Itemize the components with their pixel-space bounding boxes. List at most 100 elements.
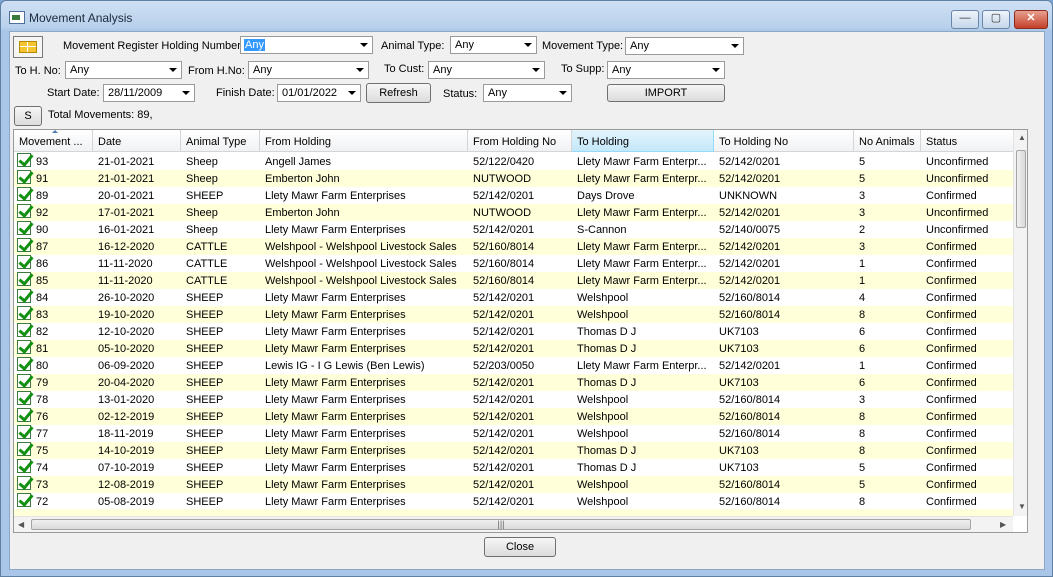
cell-date: 13-01-2020 (98, 394, 155, 406)
cell-movement-id: 77 (14, 425, 93, 442)
movement-type-combo[interactable]: Any (625, 37, 744, 55)
checkmark-icon (17, 442, 31, 456)
table-row[interactable]: 79 20-04-2020 SHEEP Llety Mawr Farm Enterpr… (14, 374, 1014, 391)
chevron-down-icon (356, 68, 364, 72)
cell-from-holding: Llety Mawr Farm Enterprises (265, 343, 406, 355)
vertical-scroll-thumb[interactable] (1016, 150, 1026, 228)
table-row[interactable]: 82 12-10-2020 SHEEP Llety Mawr Farm Enterpr… (14, 323, 1014, 340)
column-header-movement[interactable]: Movement ... (14, 130, 93, 152)
column-header-date[interactable]: Date (93, 130, 181, 152)
to-cust-combo[interactable]: Any (428, 61, 545, 79)
from-h-no-combo[interactable]: Any (248, 61, 369, 79)
animal-type-label: Animal Type: (381, 40, 445, 52)
cell-animal-type: Sheep (186, 156, 218, 168)
s-button[interactable]: S (14, 106, 42, 126)
cell-no-animals: 3 (859, 207, 866, 219)
table-row[interactable]: 77 18-11-2019 SHEEP Llety Mawr Farm Enterpr… (14, 425, 1014, 442)
table-row[interactable]: 78 13-01-2020 SHEEP Llety Mawr Farm Enterpr… (14, 391, 1014, 408)
animal-type-combo[interactable]: Any (450, 36, 537, 54)
checkmark-icon (17, 255, 31, 269)
start-date-label: Start Date: (47, 87, 100, 99)
cell-no-animals: 3 (859, 394, 866, 406)
title-bar[interactable]: Movement Analysis — ▢ ✕ (1, 1, 1052, 31)
start-date-picker[interactable]: 28/11/2009 (103, 84, 195, 102)
checkmark-icon (17, 323, 31, 337)
table-row[interactable]: 84 26-10-2020 SHEEP Llety Mawr Farm Enterpr… (14, 289, 1014, 306)
column-header-animal-type[interactable]: Animal Type (181, 130, 260, 152)
cell-to-holding: Welshpool (577, 394, 629, 406)
grid-view-icon[interactable] (13, 36, 43, 58)
table-row[interactable]: 93 21-01-2021 Sheep Angell James 52/122/0420… (14, 153, 1014, 170)
chevron-down-icon (360, 43, 368, 47)
scroll-left-icon[interactable]: ◀ (18, 520, 24, 529)
cell-no-animals: 8 (859, 411, 866, 423)
column-header-to-holding-no[interactable]: To Holding No (714, 130, 854, 152)
cell-status: Confirmed (926, 326, 977, 338)
scroll-down-icon[interactable]: ▼ (1018, 502, 1026, 511)
cell-status: Confirmed (926, 377, 977, 389)
checkmark-icon (17, 238, 31, 252)
cell-animal-type: SHEEP (186, 394, 224, 406)
vertical-scrollbar[interactable]: ▲ ▼ (1013, 130, 1027, 516)
minimize-button[interactable]: — (951, 10, 979, 29)
table-row[interactable]: 89 20-01-2021 SHEEP Llety Mawr Farm Enterpr… (14, 187, 1014, 204)
import-button[interactable]: IMPORT (607, 84, 725, 102)
table-row[interactable]: 76 02-12-2019 SHEEP Llety Mawr Farm Enterpr… (14, 408, 1014, 425)
cell-status: Confirmed (926, 462, 977, 474)
table-row[interactable]: 83 19-10-2020 SHEEP Llety Mawr Farm Enterpr… (14, 306, 1014, 323)
table-row[interactable]: 81 05-10-2020 SHEEP Llety Mawr Farm Enterpr… (14, 340, 1014, 357)
app-window-icon (9, 11, 25, 24)
table-row[interactable]: 87 16-12-2020 CATTLE Welshpool - Welshpool … (14, 238, 1014, 255)
column-header-to-holding[interactable]: To Holding (572, 130, 714, 152)
movement-analysis-window: Movement Analysis — ▢ ✕ Movement Registe… (0, 0, 1053, 577)
column-header-from-holding[interactable]: From Holding (260, 130, 468, 152)
movement-type-label: Movement Type: (542, 40, 624, 52)
cell-to-holding: Llety Mawr Farm Enterpr... (577, 207, 707, 219)
cell-status: Confirmed (926, 258, 977, 270)
status-combo[interactable]: Any (483, 84, 572, 102)
table-row[interactable]: 72 05-08-2019 SHEEP Llety Mawr Farm Enterpr… (14, 493, 1014, 510)
cell-to-holding-no: 52/142/0201 (719, 156, 781, 168)
table-row[interactable]: 73 12-08-2019 SHEEP Llety Mawr Farm Enterpr… (14, 476, 1014, 493)
to-supp-combo[interactable]: Any (607, 61, 725, 79)
close-window-button[interactable]: ✕ (1014, 10, 1048, 29)
cell-date: 21-01-2021 (98, 173, 155, 185)
refresh-button[interactable]: Refresh (366, 83, 431, 103)
cell-to-holding: Llety Mawr Farm Enterpr... (577, 275, 707, 287)
scroll-up-icon[interactable]: ▲ (1018, 133, 1026, 142)
to-h-no-combo[interactable]: Any (65, 61, 182, 79)
table-row[interactable]: 85 11-11-2020 CATTLE Welshpool - Welshpool … (14, 272, 1014, 289)
holding-number-combo[interactable]: Any (240, 36, 373, 54)
horizontal-scroll-thumb[interactable]: ||| (31, 519, 971, 530)
cell-from-holding-no: NUTWOOD (473, 173, 532, 185)
maximize-button[interactable]: ▢ (982, 10, 1010, 29)
cell-animal-type: SHEEP (186, 292, 224, 304)
cell-no-animals: 3 (859, 241, 866, 253)
column-header-from-holding-no[interactable]: From Holding No (468, 130, 572, 152)
cell-animal-type: SHEEP (186, 190, 224, 202)
column-header-no-animals[interactable]: No Animals (854, 130, 921, 152)
table-row[interactable]: 92 17-01-2021 Sheep Emberton John NUTWOOD Lle… (14, 204, 1014, 221)
cell-movement-id: 73 (14, 476, 93, 493)
cell-from-holding: Lewis IG - I G Lewis (Ben Lewis) (265, 360, 425, 372)
cell-from-holding-no: 52/142/0201 (473, 292, 535, 304)
finish-date-picker[interactable]: 01/01/2022 (277, 84, 361, 102)
cell-animal-type: SHEEP (186, 326, 224, 338)
close-button[interactable]: Close (484, 537, 556, 557)
table-row[interactable]: 90 16-01-2021 Sheep Llety Mawr Farm Enterpr… (14, 221, 1014, 238)
horizontal-scrollbar[interactable]: ◀ ||| ▶ (14, 516, 1013, 532)
table-row[interactable]: 86 11-11-2020 CATTLE Welshpool - Welshpool … (14, 255, 1014, 272)
table-row[interactable]: 80 06-09-2020 SHEEP Lewis IG - I G Lewis (B… (14, 357, 1014, 374)
cell-to-holding: Llety Mawr Farm Enterpr... (577, 173, 707, 185)
cell-to-holding: Llety Mawr Farm Enterpr... (577, 156, 707, 168)
cell-to-holding-no: UNKNOWN (719, 190, 778, 202)
column-header-status[interactable]: Status (921, 130, 1014, 152)
cell-to-holding: Welshpool (577, 411, 629, 423)
table-row[interactable]: 74 07-10-2019 SHEEP Llety Mawr Farm Enterpr… (14, 459, 1014, 476)
cell-from-holding: Llety Mawr Farm Enterprises (265, 224, 406, 236)
table-row[interactable]: 91 21-01-2021 Sheep Emberton John NUTWOOD Lle… (14, 170, 1014, 187)
cell-no-animals: 5 (859, 173, 866, 185)
scroll-right-icon[interactable]: ▶ (1000, 520, 1006, 529)
table-row[interactable]: 75 14-10-2019 SHEEP Llety Mawr Farm Enterpr… (14, 442, 1014, 459)
cell-no-animals: 3 (859, 190, 866, 202)
